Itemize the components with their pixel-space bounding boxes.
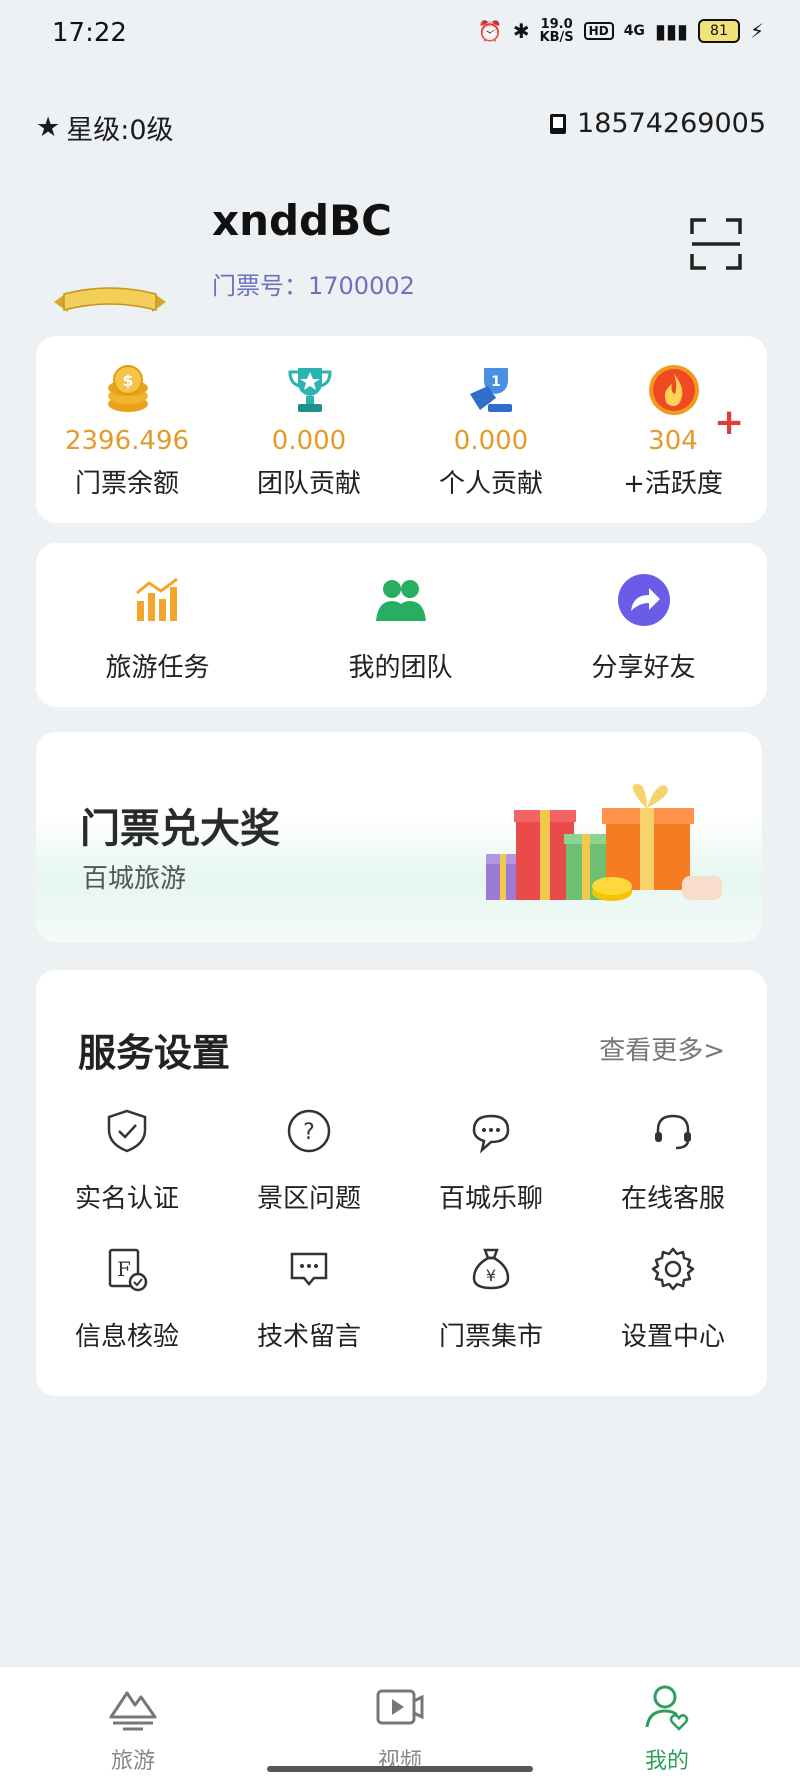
question-icon: ? [287,1109,331,1153]
hd-icon: HD [583,22,614,40]
stat-personal-contribution[interactable]: 1 0.000 个人贡献 [400,336,582,523]
services-title: 服务设置 [78,1031,231,1075]
stat-label: 个人贡献 [438,469,543,499]
profile-icon [645,1685,689,1731]
gear-icon [651,1247,695,1291]
charging-icon: ⚡ [749,19,764,43]
service-label: 设置中心 [620,1322,725,1352]
banner-subtitle: 百城旅游 [82,864,187,894]
svg-text:1: 1 [491,374,501,390]
stat-value: 0.000 [271,426,347,456]
shortcut-card: 旅游任务 我的团队 分享好友 [36,543,767,707]
shortcut-label: 我的团队 [348,653,453,683]
alarm-icon: ⏰ [477,19,503,43]
phone-icon [550,113,567,134]
stat-label: 团队贡献 [256,469,361,499]
services-card: 服务设置 查看更多> 实名认证 ? 景区问题 百城乐聊 在线客服 F 信息核验 … [36,970,767,1396]
add-activity-button[interactable]: + [714,402,744,443]
video-icon [376,1689,424,1725]
service-label: 门票集市 [438,1322,543,1352]
nav-mine[interactable]: 我的 [567,1667,767,1779]
rank-ribbon-icon [54,287,166,312]
prize-banner[interactable]: 门票兑大奖 百城旅游 [36,732,762,942]
star-level: ★ 星级:0级 [36,108,174,147]
bluetooth-icon: ✱ [512,19,530,43]
shortcut-label: 分享好友 [591,653,696,683]
status-time: 17:22 [52,18,127,48]
money-bag-icon: ¥ [472,1248,510,1290]
shortcut-my-team[interactable]: 我的团队 [279,543,522,707]
network-label: 4G [623,23,645,39]
svg-text:¥: ¥ [486,1266,496,1285]
svg-text:F: F [117,1257,131,1281]
battery-icon: 81 [697,19,740,43]
verify-doc-icon: F [108,1248,148,1292]
nav-travel[interactable]: 旅游 [33,1667,233,1779]
share-icon [618,574,670,626]
shortcut-travel-tasks[interactable]: 旅游任务 [36,543,279,707]
status-icons: ⏰ ✱ 19.0 KB/S HD 4G ▮▮▮ 81 ⚡ [478,18,764,44]
scan-icon[interactable] [690,218,742,270]
service-label: 在线客服 [620,1184,725,1214]
svg-text:?: ? [303,1120,315,1145]
nav-video[interactable]: 视频 [300,1667,500,1779]
chat-icon [472,1114,510,1154]
svg-text:$: $ [122,371,133,390]
nav-label: 我的 [644,1749,689,1774]
view-more-link[interactable]: 查看更多> [599,1030,725,1067]
stats-card: $ 2396.496 门票余额 0.000 团队贡献 1 0.000 个人贡献 [36,336,767,523]
stat-ticket-balance[interactable]: $ 2396.496 门票余额 [36,336,218,523]
message-icon [290,1252,328,1286]
ticket-number: 门票号：1700002 [212,272,415,300]
flame-icon [649,365,699,415]
team-trophy-icon [288,368,332,412]
service-label: 景区问题 [256,1184,361,1214]
network-speed: 19.0 KB/S [539,17,574,45]
banner-title: 门票兑大奖 [80,806,280,852]
personal-trophy-icon: 1 [470,368,512,412]
stat-label: 门票余额 [74,469,179,499]
nav-label: 旅游 [110,1749,155,1774]
signal-icon: ▮▮▮ [654,19,688,43]
username: xnddBC [212,196,392,245]
stat-value: 0.000 [453,426,529,456]
phone-number-text: 18574269005 [577,108,766,139]
status-bar: 17:22 ⏰ ✱ 19.0 KB/S HD 4G ▮▮▮ 81 ⚡ [0,0,800,70]
home-indicator[interactable] [267,1766,533,1772]
shortcut-share-friends[interactable]: 分享好友 [522,543,765,707]
stat-label: +活跃度 [623,469,723,499]
headset-icon [655,1114,691,1150]
star-icon: ★ [36,112,61,143]
shield-check-icon [107,1109,147,1153]
service-label: 实名认证 [74,1184,179,1214]
service-label: 信息核验 [74,1322,179,1352]
service-label: 百城乐聊 [438,1184,543,1214]
star-level-text: 星级:0级 [66,115,174,146]
phone-number: 18574269005 [549,108,766,139]
service-label: 技术留言 [256,1322,361,1352]
bottom-nav: 旅游 视频 我的 [0,1666,800,1779]
coins-icon: $ [108,365,148,412]
stat-team-contribution[interactable]: 0.000 团队贡献 [218,336,400,523]
mountain-icon [109,1691,157,1731]
bar-chart-icon [136,577,178,621]
shortcut-label: 旅游任务 [105,653,210,683]
gift-boxes-icon [486,783,722,901]
team-icon [376,580,426,621]
stat-value: 2396.496 [64,426,190,456]
